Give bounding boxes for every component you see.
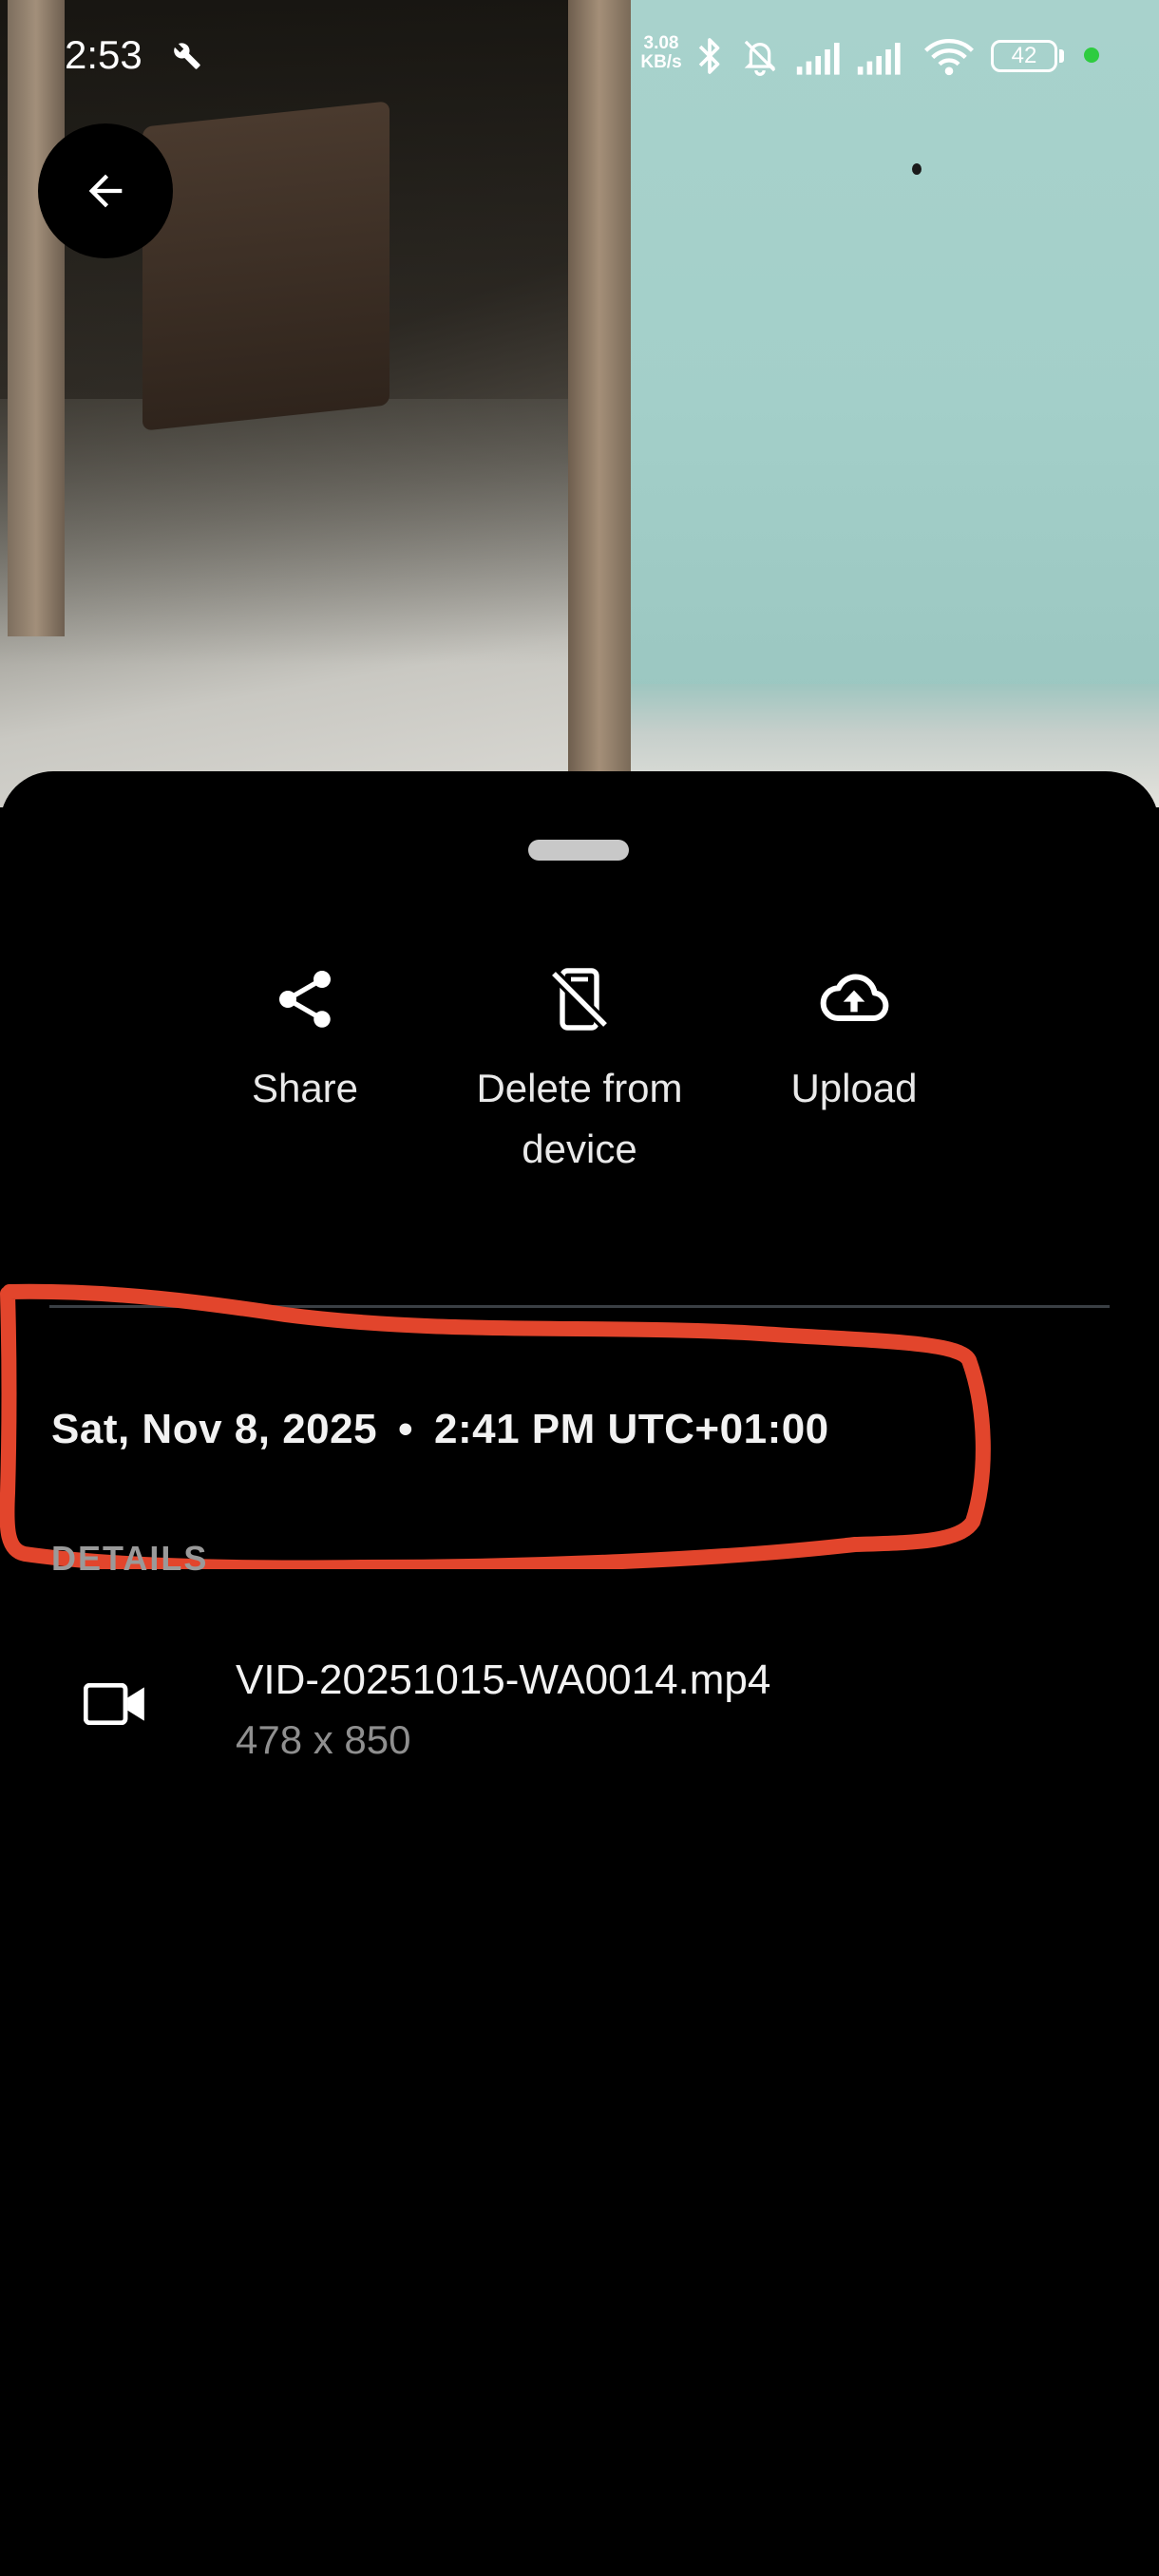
upload-label: Upload (790, 1066, 918, 1110)
wifi-icon (924, 38, 974, 76)
upload-button[interactable]: Upload (721, 961, 987, 1119)
signal-strength-icon (796, 43, 840, 75)
network-speed: 3.08 KB/s (631, 34, 692, 72)
file-name: VID-20251015-WA0014.mp4 (236, 1657, 771, 1703)
delete-from-device-label: Delete from device (476, 1066, 683, 1171)
battery-indicator: 42 (991, 40, 1057, 72)
network-speed-value: 3.08 (643, 33, 679, 53)
arrow-back-icon (88, 174, 123, 208)
back-button[interactable] (38, 123, 173, 258)
sheet-divider (49, 1305, 1110, 1308)
capture-date: Sat, Nov 8, 2025 (51, 1406, 378, 1452)
share-icon (279, 971, 331, 1028)
battery-tip (1059, 49, 1064, 63)
datetime-separator: • (398, 1406, 413, 1452)
wrench-icon (174, 43, 200, 69)
photo-box (142, 101, 390, 431)
sheet-drag-handle[interactable] (528, 840, 629, 861)
delete-from-device-button[interactable]: Delete from device (446, 961, 712, 1180)
privacy-indicator-dot (1084, 47, 1099, 63)
photo-preview[interactable] (0, 0, 1159, 807)
file-dimensions: 478 x 850 (236, 1717, 411, 1762)
share-label: Share (251, 1066, 359, 1110)
phone-delete-icon (549, 968, 610, 1031)
cloud-upload-icon (820, 974, 889, 1022)
bluetooth-icon (698, 38, 720, 74)
capture-time: 2:41 PM UTC+01:00 (433, 1406, 829, 1452)
photo-wall-mark (912, 163, 922, 175)
details-heading: DETAILS (51, 1539, 209, 1578)
status-bar: 2:53 3.08 KB/s 42 (0, 0, 1159, 114)
share-button[interactable]: Share (172, 961, 438, 1119)
info-bottom-sheet: Share Delete from device Upload Sat, Nov… (0, 771, 1159, 2576)
bell-off-icon (744, 40, 776, 76)
capture-datetime: Sat, Nov 8, 2025 • 2:41 PM UTC+01:00 (51, 1406, 829, 1453)
network-speed-unit: KB/s (640, 52, 682, 72)
status-time: 2:53 (65, 32, 142, 77)
videocam-icon (84, 1683, 144, 1725)
photo-door-frame-right (568, 0, 631, 807)
signal-strength-icon-2 (857, 43, 901, 75)
